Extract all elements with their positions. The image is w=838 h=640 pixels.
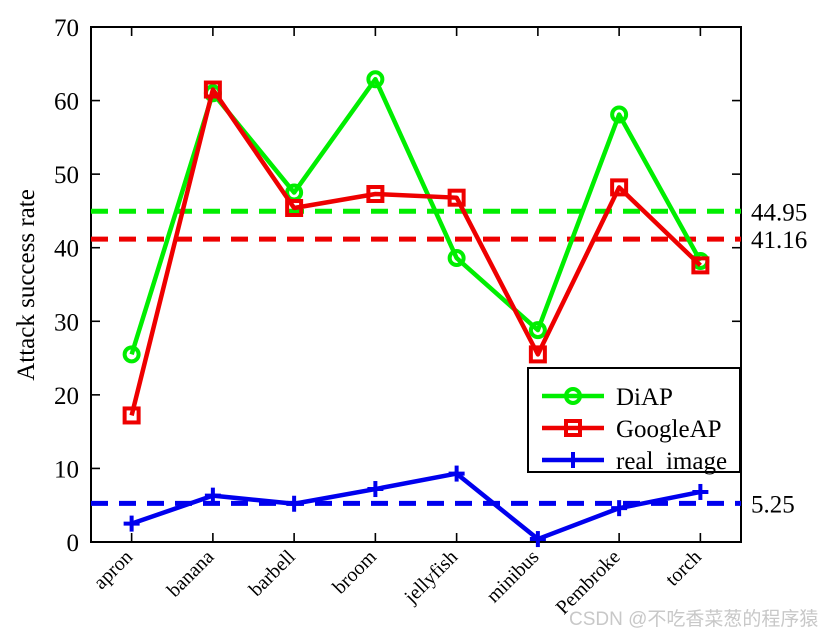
x-tick-label-broom: broom (328, 546, 381, 599)
x-tick-label-apron: apron (89, 546, 137, 594)
y-tick-label: 70 (54, 15, 79, 42)
y-tick-label: 60 (54, 89, 79, 116)
x-tick-label-jellyfish: jellyfish (400, 546, 463, 609)
legend-label-real_image: real_image (616, 448, 727, 475)
legend-label-diap: DiAP (616, 384, 673, 411)
y-tick-label: 0 (67, 530, 80, 557)
y-axis-tick-labels: 0 10 20 30 40 50 60 70 (54, 15, 79, 557)
y-tick-label: 50 (54, 162, 79, 189)
x-tick-label-pembroke: Pembroke (552, 546, 625, 619)
reference-line-labels: 44.9541.16 5.25 (751, 199, 807, 518)
x-axis-tick-labels: apron banana barbell broom jellyfish minibus P… (89, 546, 706, 619)
x-tick-label-barbell: barbell (245, 546, 300, 601)
y-tick-label: 40 (54, 236, 79, 263)
attack-success-rate-line-chart: 0 10 20 30 40 50 60 70 apron banana barbell broom j… (13, 15, 818, 630)
chart-figure: 0 10 20 30 40 50 60 70 apron banana barbell broom j… (0, 0, 838, 640)
reference-label-1: 41.16 (751, 227, 807, 254)
y-axis-title: Attack success rate (13, 189, 40, 381)
x-tick-label-banana: banana (163, 546, 219, 602)
y-tick-label: 10 (54, 456, 79, 483)
reference-label-2: 5.25 (751, 491, 795, 518)
x-tick-label-torch: torch (661, 546, 706, 591)
reference-label-0: 44.95 (751, 199, 807, 226)
x-tick-label-minibus: minibus (482, 546, 543, 607)
y-tick-label: 30 (54, 309, 79, 336)
watermark: CSDN @不吃香菜葱的程序猿 (569, 608, 818, 630)
y-tick-label: 20 (54, 383, 79, 410)
legend-label-googleap: GoogleAP (616, 416, 722, 443)
legend[interactable]: DiAP GoogleAP real_image (527, 367, 741, 475)
